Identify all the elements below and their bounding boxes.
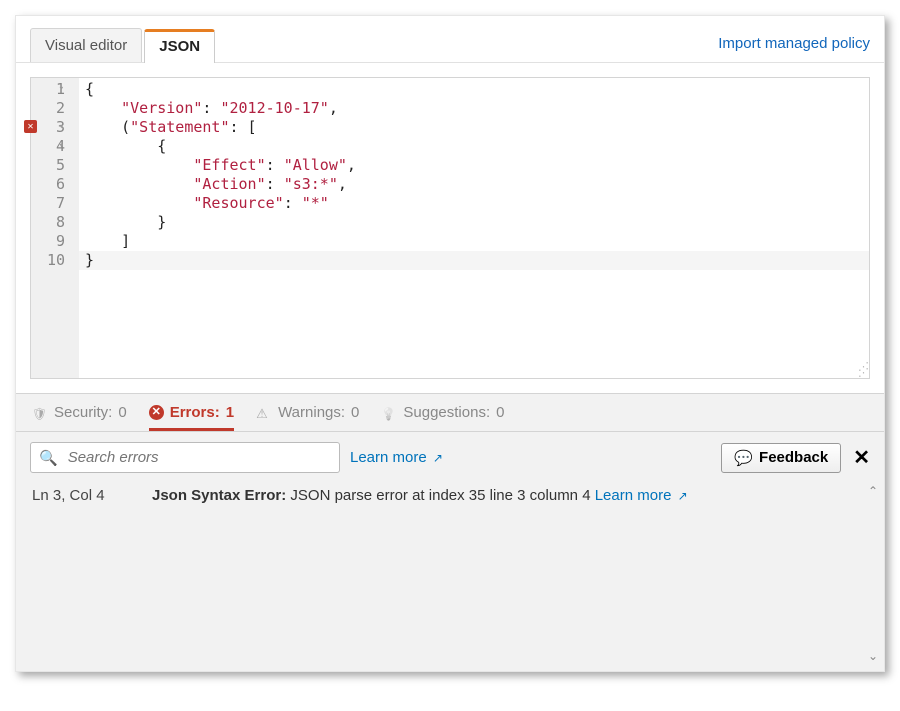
lightbulb-icon xyxy=(381,405,397,421)
gutter-line: 5 xyxy=(39,156,65,175)
code-line[interactable]: "Version": "2012-10-17", xyxy=(85,99,869,118)
feedback-button[interactable]: 💬 Feedback xyxy=(721,443,841,473)
gutter-line: 8 xyxy=(39,213,65,232)
issues-warnings[interactable]: Warnings: 0 xyxy=(256,404,359,421)
code-line[interactable]: ] xyxy=(85,232,869,251)
issues-warnings-label: Warnings: xyxy=(278,404,345,421)
code-line[interactable]: "Action": "s3:*", xyxy=(85,175,869,194)
errors-panel: 🔍 Learn more ↗ 💬 Feedback ✕ Ln 3, Col 4 … xyxy=(16,431,884,671)
issues-security-count: 0 xyxy=(118,404,126,421)
policy-editor-panel: Visual editor JSON Import managed policy… xyxy=(15,15,885,672)
error-title: Json Syntax Error: xyxy=(152,487,286,504)
fold-icon[interactable]: ▾ xyxy=(59,80,64,99)
speech-bubble-icon: 💬 xyxy=(734,449,753,467)
code-line[interactable]: { xyxy=(85,137,869,156)
feedback-label: Feedback xyxy=(759,449,828,466)
error-location: Ln 3, Col 4 xyxy=(32,487,122,504)
issues-errors-label: Errors: xyxy=(170,404,220,421)
vertical-scrollbar[interactable]: ⌃ ⌄ xyxy=(868,484,880,663)
gutter-line: 4▾ xyxy=(39,137,65,156)
gutter-error-icon: ✕ xyxy=(24,120,37,133)
code-line[interactable]: { xyxy=(85,80,869,99)
issues-security[interactable]: Security: 0 xyxy=(32,404,127,421)
gutter-line: 10 xyxy=(39,251,65,270)
shield-icon xyxy=(32,405,48,421)
resize-handle-icon[interactable]: ⋰⋰ xyxy=(858,364,867,376)
editor-gutter: 1▾23▾✕4▾5678910 xyxy=(31,78,79,378)
gutter-line: 6 xyxy=(39,175,65,194)
errors-toolbar: 🔍 Learn more ↗ 💬 Feedback ✕ xyxy=(30,442,870,473)
gutter-line: 1▾ xyxy=(39,80,65,99)
gutter-line: 3▾✕ xyxy=(39,118,65,137)
issues-summary-bar: Security: 0 ✕ Errors: 1 Warnings: 0 Sugg… xyxy=(16,393,884,431)
close-icon[interactable]: ✕ xyxy=(853,445,870,470)
external-link-icon: ↗ xyxy=(678,489,688,503)
tab-json[interactable]: JSON xyxy=(144,29,215,63)
search-errors-box[interactable]: 🔍 xyxy=(30,442,340,473)
error-row[interactable]: Ln 3, Col 4 Json Syntax Error: JSON pars… xyxy=(30,473,870,518)
issues-suggest-label: Suggestions: xyxy=(403,404,490,421)
learn-more-link[interactable]: Learn more ↗ xyxy=(350,449,443,466)
issues-errors-count: 1 xyxy=(226,404,234,421)
search-icon: 🔍 xyxy=(39,449,58,467)
error-message: Json Syntax Error: JSON parse error at i… xyxy=(152,487,688,504)
issues-warnings-count: 0 xyxy=(351,404,359,421)
learn-more-label: Learn more xyxy=(350,449,427,466)
issues-suggest-count: 0 xyxy=(496,404,504,421)
gutter-line: 9 xyxy=(39,232,65,251)
issues-suggestions[interactable]: Suggestions: 0 xyxy=(381,404,504,421)
issues-errors[interactable]: ✕ Errors: 1 xyxy=(149,404,234,421)
error-circle-icon: ✕ xyxy=(149,405,164,420)
scroll-down-icon[interactable]: ⌄ xyxy=(868,649,880,663)
gutter-line: 7 xyxy=(39,194,65,213)
fold-icon[interactable]: ▾ xyxy=(59,137,64,156)
import-managed-policy-link[interactable]: Import managed policy xyxy=(718,35,870,62)
error-text: JSON parse error at index 35 line 3 colu… xyxy=(290,487,590,504)
editor-code-area[interactable]: { "Version": "2012-10-17", ("Statement":… xyxy=(79,78,869,378)
issues-security-label: Security: xyxy=(54,404,112,421)
gutter-line: 2 xyxy=(39,99,65,118)
warning-icon xyxy=(256,405,272,421)
error-learn-more-link[interactable]: Learn more ↗ xyxy=(595,487,688,504)
tab-bar: Visual editor JSON Import managed policy xyxy=(16,16,884,63)
code-line[interactable]: } xyxy=(85,213,869,232)
code-line[interactable]: ("Statement": [ xyxy=(85,118,869,137)
search-errors-input[interactable] xyxy=(66,448,331,467)
code-line[interactable]: "Effect": "Allow", xyxy=(85,156,869,175)
tab-visual-editor[interactable]: Visual editor xyxy=(30,28,142,62)
external-link-icon: ↗ xyxy=(433,451,443,465)
code-editor[interactable]: 1▾23▾✕4▾5678910 { "Version": "2012-10-17… xyxy=(30,77,870,379)
error-learn-more-label: Learn more xyxy=(595,487,672,504)
fold-icon[interactable]: ▾ xyxy=(59,118,64,137)
code-line[interactable]: "Resource": "*" xyxy=(85,194,869,213)
scroll-up-icon[interactable]: ⌃ xyxy=(868,484,880,498)
